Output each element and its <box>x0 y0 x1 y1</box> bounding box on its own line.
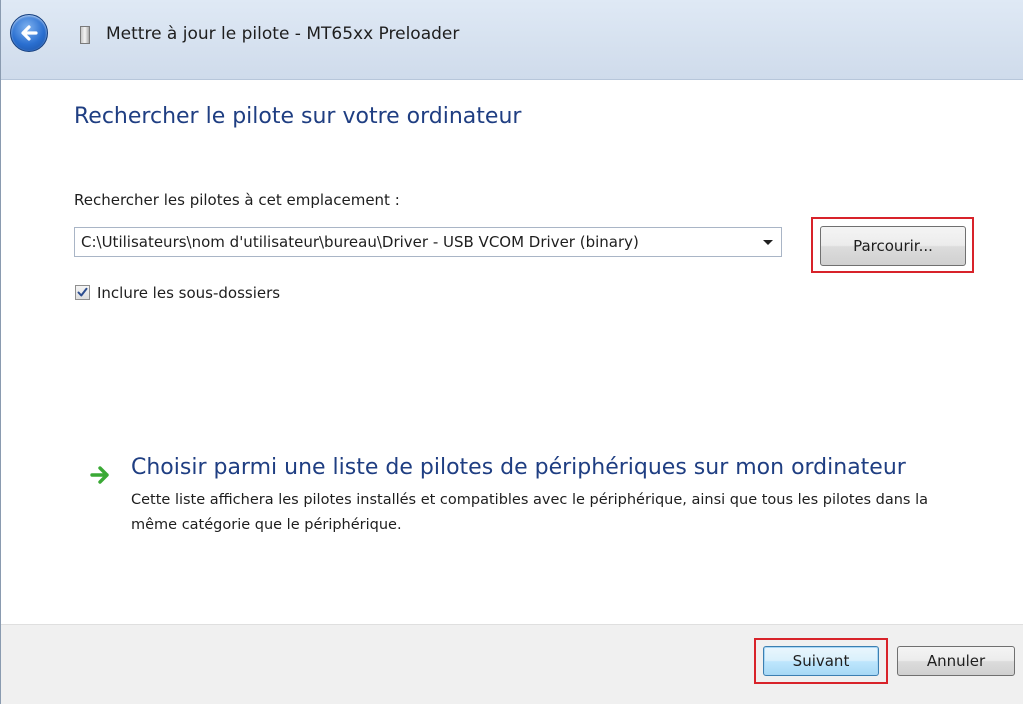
cancel-button[interactable]: Annuler <box>897 646 1015 676</box>
include-subfolders-checkbox[interactable] <box>75 285 90 300</box>
title-bar: Mettre à jour le pilote - MT65xx Preload… <box>1 0 1023 80</box>
choose-driver-list-description: Cette liste affichera les pilotes instal… <box>131 492 929 533</box>
device-icon <box>80 26 90 44</box>
page-heading: Rechercher le pilote sur votre ordinateu… <box>74 104 522 129</box>
choose-driver-list-link[interactable]: Choisir parmi une liste de pilotes de pé… <box>131 455 906 480</box>
driver-update-window: Mettre à jour le pilote - MT65xx Preload… <box>0 0 1023 704</box>
browse-button[interactable]: Parcourir... <box>820 226 966 266</box>
checkmark-icon <box>77 287 88 297</box>
path-label: Rechercher les pilotes à cet emplacement… <box>74 191 400 209</box>
include-subfolders-label[interactable]: Inclure les sous-dossiers <box>97 284 280 302</box>
path-value[interactable]: C:\Utilisateurs\nom d'utilisateur\bureau… <box>81 233 639 251</box>
green-arrow-icon[interactable] <box>90 466 112 484</box>
back-arrow-icon <box>21 25 38 41</box>
chevron-down-icon[interactable] <box>763 240 773 245</box>
next-button[interactable]: Suivant <box>763 646 879 676</box>
back-button[interactable] <box>10 14 48 52</box>
path-combobox[interactable]: C:\Utilisateurs\nom d'utilisateur\bureau… <box>74 227 782 257</box>
window-title: Mettre à jour le pilote - MT65xx Preload… <box>106 24 460 44</box>
